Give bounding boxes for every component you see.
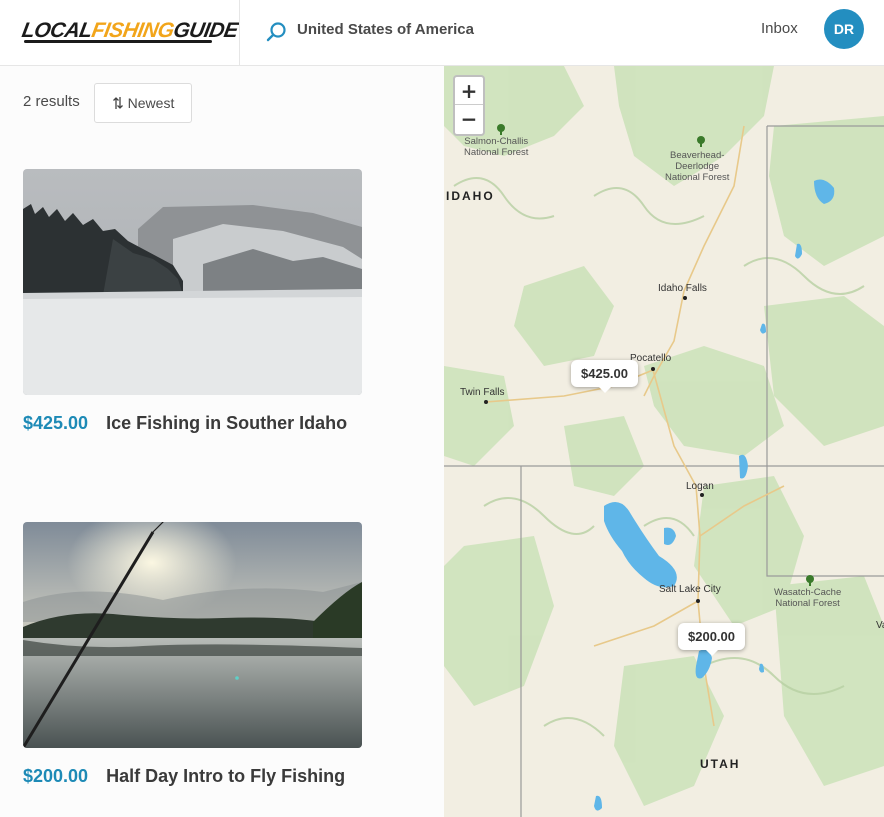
forest-tree-icon [806, 575, 814, 586]
map-city-label-logan: Logan [686, 481, 714, 492]
user-avatar[interactable]: DR [824, 9, 864, 49]
map-forest-label-wasatch-cache: Wasatch-Cache National Forest [774, 587, 841, 609]
map-forest-label-salmon-challis: Salmon-Challis National Forest [464, 136, 528, 158]
top-bar: LOCAL FISHING GUIDE United States of Ameri… [0, 0, 884, 66]
listing-info: $200.00 Half Day Intro to Fly Fishing [23, 766, 383, 787]
map-view[interactable]: IDAHO UTAH Salmon-Challis National Fores… [444, 66, 884, 817]
city-dot [700, 493, 704, 497]
forest-label-line: National Forest [665, 172, 730, 183]
listing-card[interactable]: $425.00 Ice Fishing in Souther Idaho [23, 169, 363, 433]
forest-label-line: National Forest [775, 598, 840, 609]
city-dot [651, 367, 655, 371]
map-terrain [444, 66, 884, 817]
results-count: 2 results [23, 93, 80, 110]
forest-tree-icon [697, 136, 705, 147]
inbox-link[interactable]: Inbox [761, 20, 798, 38]
map-state-label-utah: UTAH [700, 757, 741, 771]
map-city-label-idaho-falls: Idaho Falls [658, 283, 707, 294]
forest-label-line: Salmon-Challis [464, 136, 529, 147]
listing-info: $425.00 Ice Fishing in Souther Idaho [23, 413, 383, 434]
location-search-input[interactable]: United States of America [297, 20, 474, 40]
map-forest-label-beaverhead: Beaverhead- Deerlodge National Forest [665, 150, 729, 183]
listing-title[interactable]: Ice Fishing in Souther Idaho [106, 413, 347, 434]
city-dot [696, 599, 700, 603]
sort-button[interactable]: Newest [94, 83, 192, 123]
zoom-in-button[interactable]: + [455, 77, 483, 105]
listing-photo-fly-fishing[interactable] [23, 522, 362, 748]
city-dot [683, 296, 687, 300]
zoom-out-button[interactable]: − [455, 105, 483, 133]
map-price-marker[interactable]: $200.00 [678, 623, 745, 656]
map-zoom-control: + − [453, 75, 485, 136]
header-divider [239, 0, 240, 66]
forest-tree-icon [497, 124, 505, 135]
forest-label-line: National Forest [464, 147, 529, 158]
map-city-label-twin-falls: Twin Falls [460, 387, 505, 398]
map-state-label-idaho: IDAHO [446, 189, 495, 203]
map-city-label-salt-lake-city: Salt Lake City [659, 584, 721, 595]
map-price-marker[interactable]: $425.00 [571, 360, 638, 393]
sort-arrows-icon [112, 97, 123, 109]
search-icon[interactable] [264, 20, 288, 44]
listing-photo-ice-lake[interactable] [23, 169, 362, 395]
listing-price: $425.00 [23, 413, 89, 433]
map-edge-label: Va [876, 620, 884, 631]
forest-label-line: Beaverhead- [670, 150, 725, 161]
forest-label-line: Wasatch-Cache [774, 587, 842, 598]
listing-price: $200.00 [23, 766, 89, 786]
sort-label: Newest [127, 95, 175, 111]
listing-title[interactable]: Half Day Intro to Fly Fishing [106, 766, 345, 787]
listing-card[interactable]: $200.00 Half Day Intro to Fly Fishing [23, 522, 363, 786]
logo-underline [24, 40, 212, 43]
city-dot [484, 400, 488, 404]
forest-label-line: Deerlodge [675, 161, 720, 172]
